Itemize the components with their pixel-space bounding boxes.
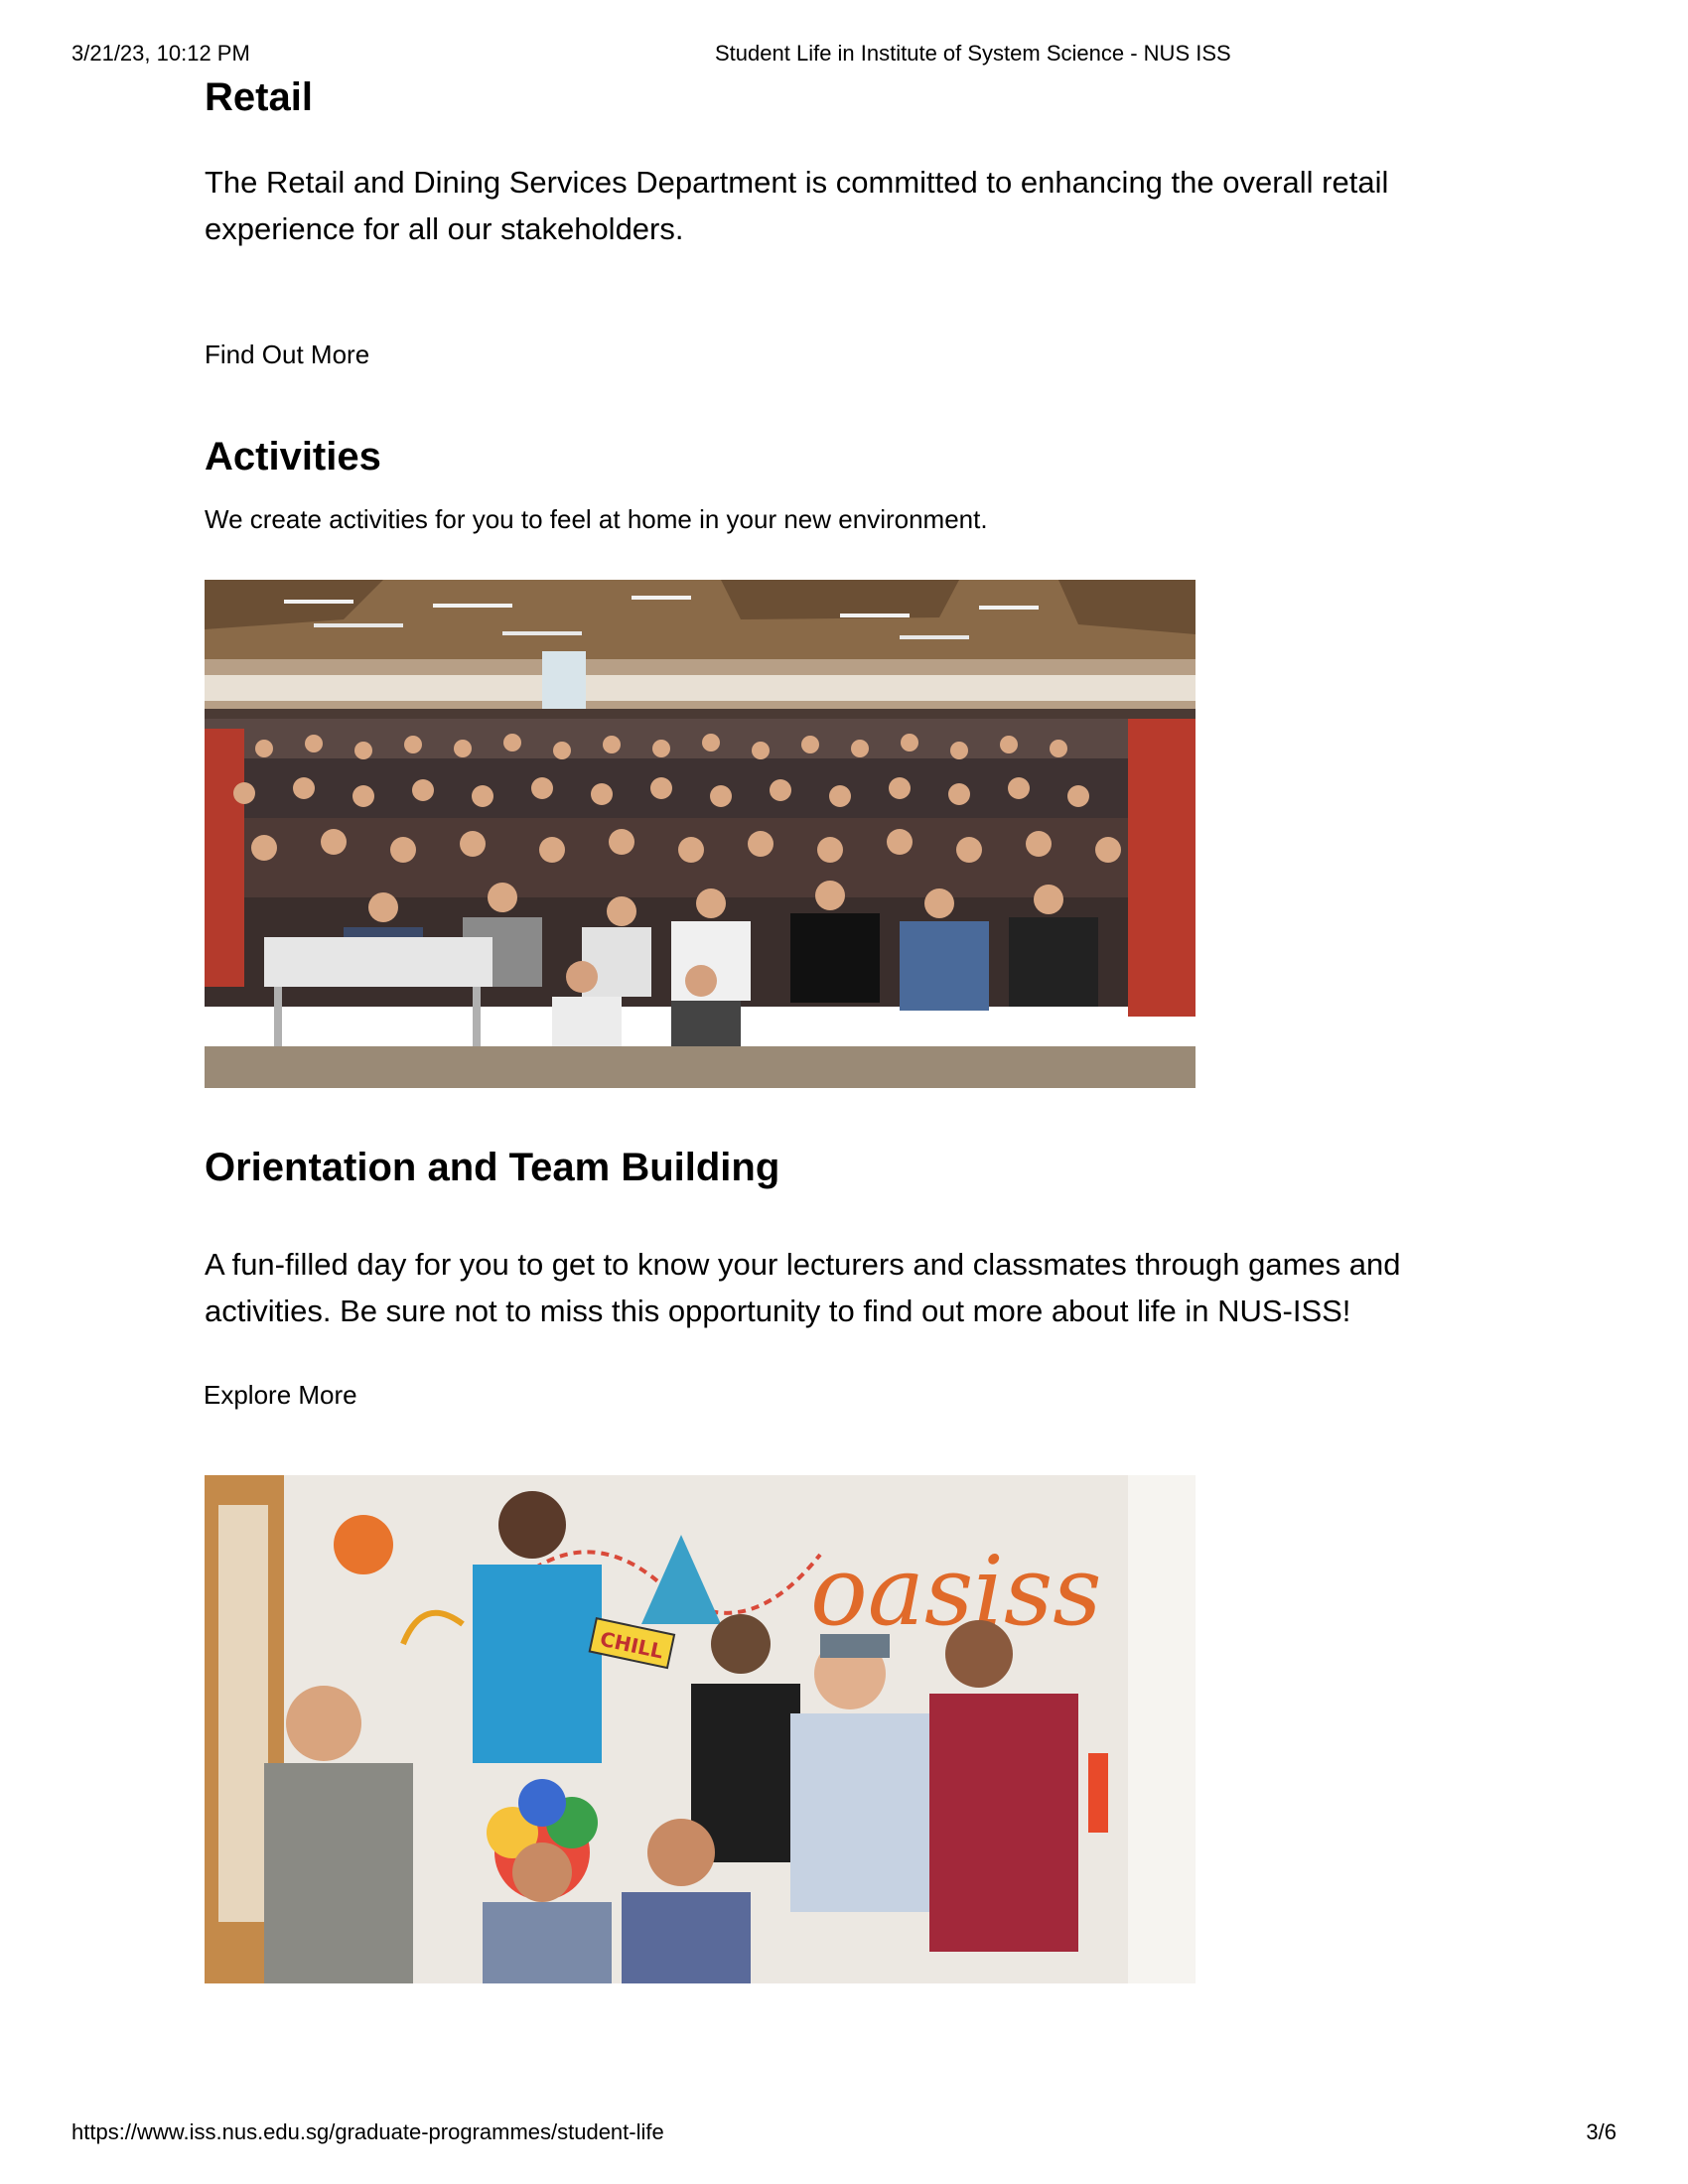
retail-heading: Retail [205,75,313,119]
print-page-number: 3/6 [1586,2119,1617,2144]
activities-heading: Activities [205,435,381,478]
explore-more-link[interactable]: Explore More [204,1378,357,1412]
find-out-more-link[interactable]: Find Out More [205,338,369,371]
retail-description: The Retail and Dining Services Departmen… [205,165,1389,246]
print-footer-url: https://www.iss.nus.edu.sg/graduate-prog… [71,2119,664,2144]
print-datetime: 3/21/23, 10:12 PM [71,41,250,66]
orientation-group-photo: oasiss CHILL [205,1475,1196,1983]
activities-description: We create activities for you to feel at … [205,504,988,534]
orientation-description: A fun-filled day for you to get to know … [205,1247,1401,1328]
print-page-title: Student Life in Institute of System Scie… [715,41,1231,66]
lecture-hall-group-photo [205,580,1196,1088]
orientation-heading: Orientation and Team Building [205,1146,780,1189]
